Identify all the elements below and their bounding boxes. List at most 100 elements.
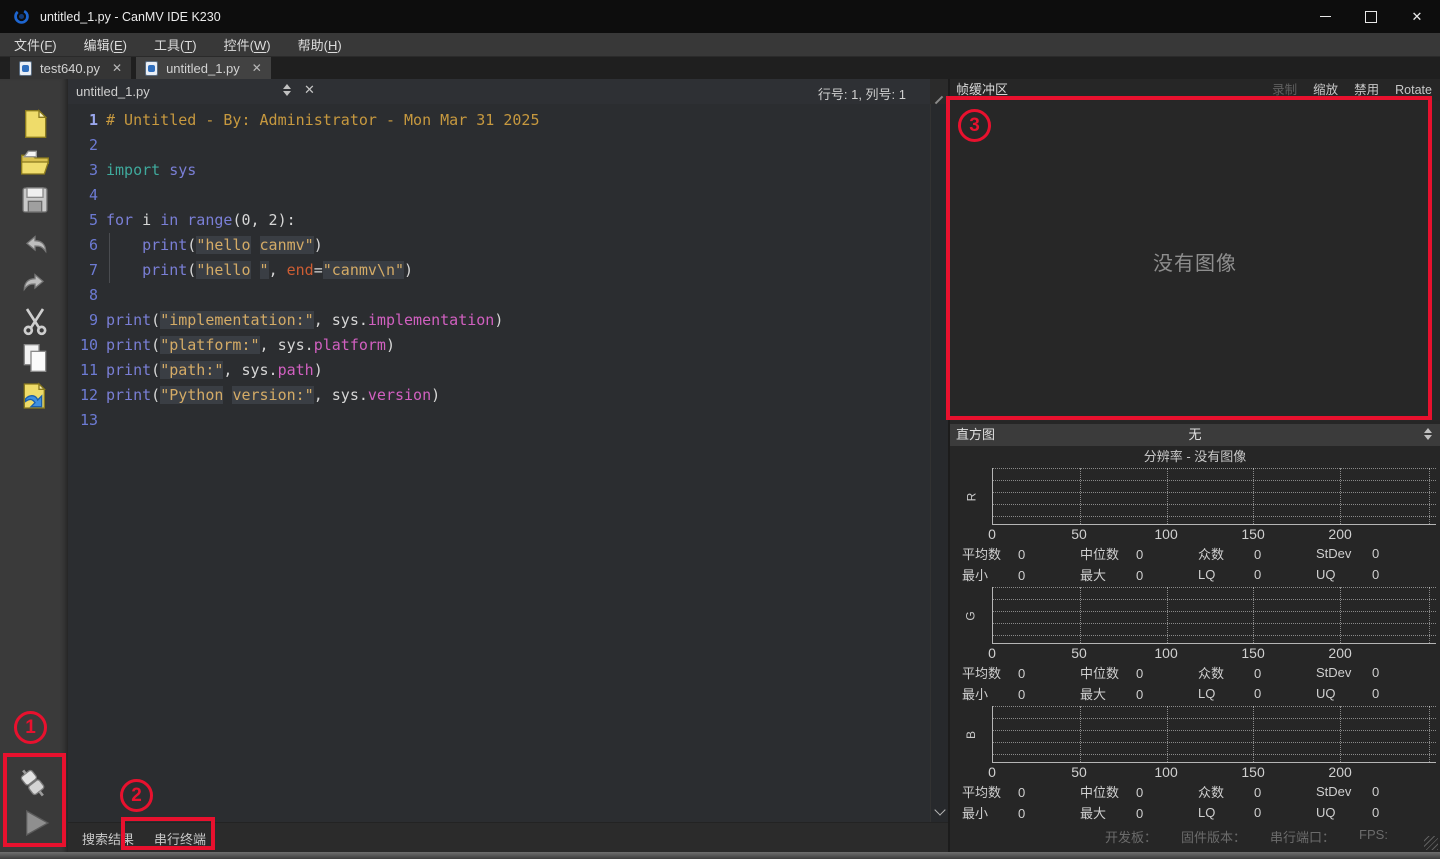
code-line-9[interactable]: 9print("implementation:", sys.implementa… (68, 308, 930, 333)
stat-pair: 中位数0 (1080, 663, 1198, 682)
minimize-button[interactable] (1302, 0, 1348, 33)
tab-label: test640.py (40, 61, 100, 76)
histogram-G: G050100150200平均数0中位数0众数0StDev0最小0最大0LQ0U… (950, 587, 1440, 704)
title-bar: untitled_1.py - CanMV IDE K230 ✕ (0, 0, 1440, 33)
stat-value: 0 (1372, 784, 1379, 799)
stat-value: 0 (1018, 687, 1025, 702)
code-line-6[interactable]: 6 print("hello canmv") (68, 233, 930, 258)
stat-pair: 最大0 (1080, 684, 1198, 703)
stat-label: 最小 (962, 684, 1018, 703)
new-file-icon[interactable] (19, 108, 51, 140)
histogram-plot-G (992, 587, 1436, 644)
stat-value: 0 (1372, 686, 1379, 701)
x-tick: 0 (988, 764, 996, 780)
app-window: { "window": { "title": "untitled_1.py - … (0, 0, 1440, 859)
maximize-icon (1365, 11, 1377, 23)
stat-label: 最小 (962, 803, 1018, 822)
code-line-13[interactable]: 13 (68, 408, 930, 433)
stat-value: 0 (1254, 567, 1261, 582)
menu-item-t[interactable]: 工具(T) (154, 35, 197, 54)
stat-value: 0 (1018, 666, 1025, 681)
stat-value: 0 (1136, 785, 1143, 800)
stat-label: 最小 (962, 565, 1018, 584)
line-number: 9 (68, 308, 98, 333)
code-text (98, 283, 106, 308)
code-text (98, 133, 106, 158)
histogram-mode-select[interactable]: 无 (950, 424, 1440, 446)
code-text: print("hello ", end="canmv\n") (98, 258, 413, 283)
x-axis-R: 050100150200 (992, 525, 1436, 543)
tab-close-icon[interactable]: ✕ (112, 61, 122, 75)
maximize-button[interactable] (1348, 0, 1394, 33)
document-switcher-icon[interactable] (283, 84, 291, 96)
redo-icon[interactable] (19, 268, 51, 300)
menu-item-w[interactable]: 控件(W) (224, 35, 271, 54)
code-line-4[interactable]: 4 (68, 183, 930, 208)
code-line-1[interactable]: 1# Untitled - By: Administrator - Mon Ma… (68, 108, 930, 133)
x-tick: 50 (1071, 526, 1087, 542)
line-number: 2 (68, 133, 98, 158)
code-line-7[interactable]: 7 print("hello ", end="canmv\n") (68, 258, 930, 283)
histogram-B: B050100150200平均数0中位数0众数0StDev0最小0最大0LQ0U… (950, 706, 1440, 823)
histogram-mode-spinner-icon[interactable] (1424, 428, 1432, 440)
stat-label: StDev (1316, 546, 1372, 561)
stat-label: 平均数 (962, 663, 1018, 682)
code-line-5[interactable]: 5for i in range(0, 2): (68, 208, 930, 233)
editor-close-icon[interactable]: ✕ (304, 82, 315, 98)
scroll-down-button[interactable] (933, 805, 947, 819)
stat-pair: StDev0 (1316, 784, 1434, 799)
x-tick: 100 (1154, 526, 1177, 542)
chevron-down-icon (934, 804, 945, 815)
line-number: 6 (68, 233, 98, 258)
code-line-3[interactable]: 3import sys (68, 158, 930, 183)
menu-item-h[interactable]: 帮助(H) (298, 35, 342, 54)
stat-value: 0 (1018, 785, 1025, 800)
stat-label: StDev (1316, 665, 1372, 680)
stat-value: 0 (1136, 806, 1143, 821)
status-bar: 开发板： 固件版本： 串行端口： FPS: (950, 827, 1440, 846)
code-line-10[interactable]: 10print("platform:", sys.platform) (68, 333, 930, 358)
stat-pair: UQ0 (1316, 567, 1434, 582)
menu-item-f[interactable]: 文件(F) (14, 35, 57, 54)
save-file-icon[interactable] (19, 184, 51, 216)
x-tick: 200 (1328, 526, 1351, 542)
window-bottom-edge (0, 852, 1440, 859)
code-line-8[interactable]: 8 (68, 283, 930, 308)
stat-value: 0 (1254, 666, 1261, 681)
open-file-icon[interactable] (19, 146, 51, 178)
stat-label: 众数 (1198, 544, 1254, 563)
stat-value: 0 (1254, 686, 1261, 701)
stat-value: 0 (1372, 805, 1379, 820)
line-number: 4 (68, 183, 98, 208)
code-line-11[interactable]: 11print("path:", sys.path) (68, 358, 930, 383)
stat-label: 众数 (1198, 663, 1254, 682)
resize-grip[interactable] (1424, 836, 1438, 850)
code-area[interactable]: 1# Untitled - By: Administrator - Mon Ma… (68, 104, 930, 822)
tab-label: untitled_1.py (166, 61, 240, 76)
copy-icon[interactable] (19, 342, 51, 374)
code-line-12[interactable]: 12print("Python version:", sys.version) (68, 383, 930, 408)
line-number: 13 (68, 408, 98, 433)
stat-value: 0 (1018, 568, 1025, 583)
stat-pair: UQ0 (1316, 805, 1434, 820)
stat-pair: StDev0 (1316, 546, 1434, 561)
stat-pair: 众数0 (1198, 782, 1316, 801)
undo-icon[interactable] (19, 230, 51, 262)
code-line-2[interactable]: 2 (68, 133, 930, 158)
stat-label: StDev (1316, 784, 1372, 799)
tab-test640[interactable]: test640.py ✕ (10, 57, 131, 79)
stat-label: 中位数 (1080, 782, 1136, 801)
menu-item-e[interactable]: 编辑(E) (84, 35, 127, 54)
tab-close-icon[interactable]: ✕ (252, 61, 262, 75)
stats-row-B-1: 平均数0中位数0众数0StDev0 (950, 781, 1440, 802)
window-title: untitled_1.py - CanMV IDE K230 (40, 10, 221, 24)
paste-icon[interactable] (19, 380, 51, 412)
channel-label-G: G (950, 587, 992, 644)
close-button[interactable]: ✕ (1394, 0, 1440, 33)
x-tick: 50 (1071, 764, 1087, 780)
tab-untitled-1[interactable]: untitled_1.py ✕ (136, 57, 271, 79)
stat-label: 中位数 (1080, 544, 1136, 563)
splitter-handle[interactable] (935, 96, 943, 104)
status-serial-port: 串行端口： (1270, 827, 1335, 846)
cut-icon[interactable] (19, 305, 51, 337)
